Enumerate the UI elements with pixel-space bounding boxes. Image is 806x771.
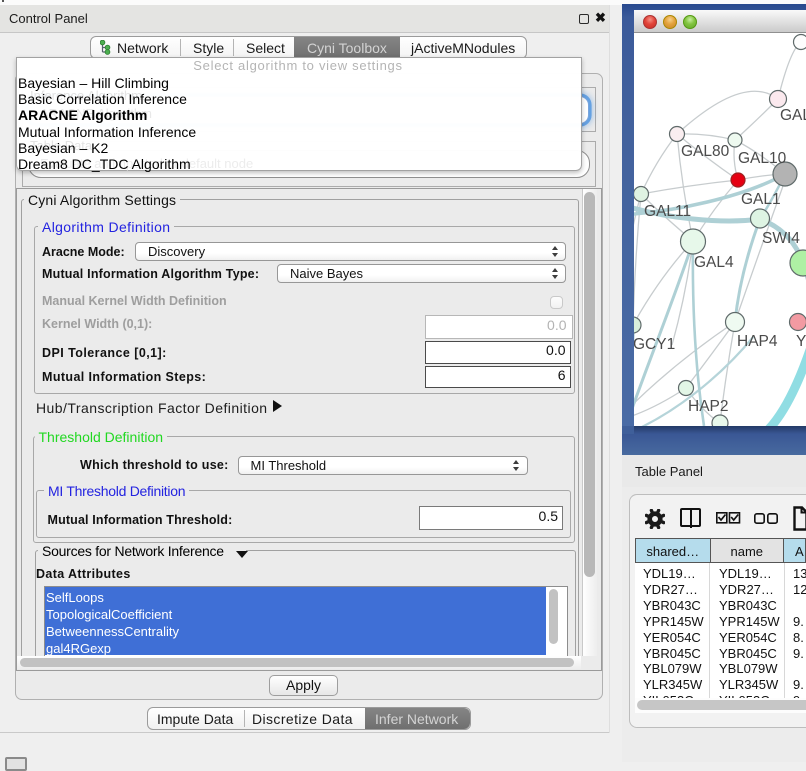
svg-text:SWI4: SWI4 [762, 230, 800, 247]
svg-text:GAL11: GAL11 [644, 203, 691, 220]
svg-text:GAL10: GAL10 [738, 150, 787, 167]
svg-text:GCY1: GCY1 [634, 336, 675, 353]
svg-text:HAP2: HAP2 [688, 398, 729, 415]
svg-text:GAL1: GAL1 [741, 191, 781, 208]
svg-text:Y: Y [796, 333, 806, 350]
svg-text:GAL4: GAL4 [694, 254, 734, 271]
svg-text:HAP4: HAP4 [737, 333, 778, 350]
svg-text:GAL7: GAL7 [780, 107, 806, 124]
svg-text:GAL80: GAL80 [681, 143, 730, 160]
